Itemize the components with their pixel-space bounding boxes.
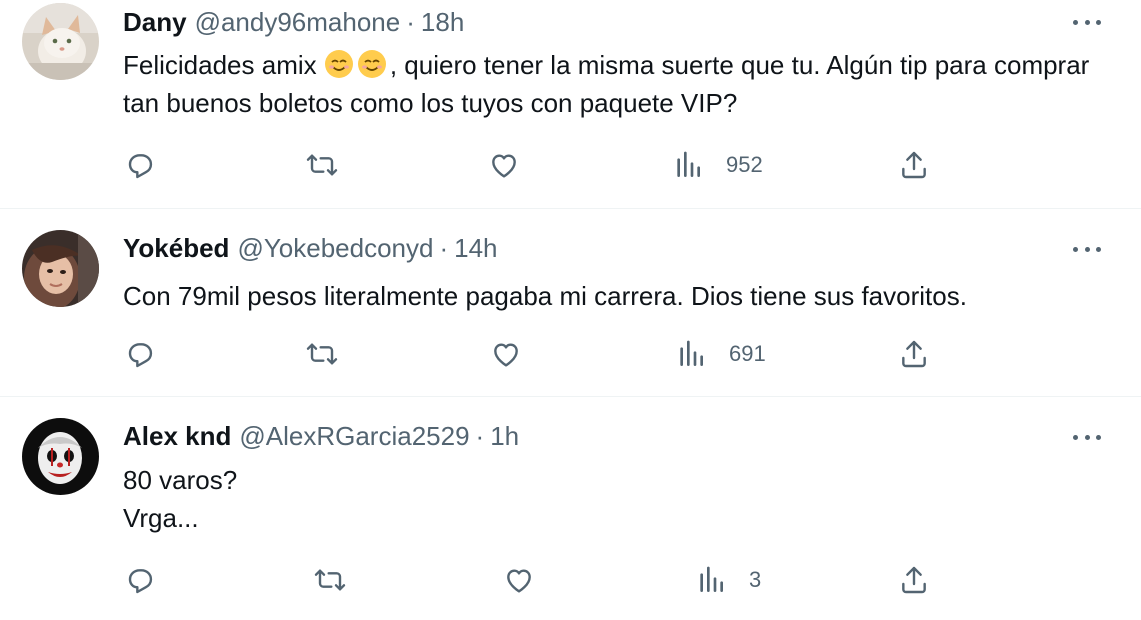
retweet-button[interactable] <box>314 560 346 600</box>
tweet[interactable]: Dany @andy96mahone · 18h Felicidades ami… <box>0 0 1141 209</box>
clown-mask-avatar <box>22 418 99 495</box>
retweet-icon <box>306 343 338 365</box>
views-button[interactable]: 952 <box>672 145 763 185</box>
tweet-text: Con 79mil pesos literalmente pagaba mi c… <box>123 281 967 311</box>
views-icon <box>677 151 700 177</box>
more-icon[interactable] <box>1073 10 1101 34</box>
separator-dot: · <box>439 232 449 263</box>
tweet-actions: 952 <box>0 145 1141 185</box>
reply-button[interactable] <box>124 334 156 374</box>
separator-dot: · <box>406 6 415 37</box>
like-icon <box>494 343 518 367</box>
tweet-actions: 3 <box>0 560 1141 600</box>
like-button[interactable] <box>488 145 520 185</box>
smiling-face-with-hearts-emoji <box>357 50 386 78</box>
display-name[interactable]: Dany <box>123 7 187 38</box>
tweet-header: Alex knd @AlexRGarcia2529 · 1h <box>123 421 519 451</box>
reply-button[interactable] <box>124 145 156 185</box>
like-icon <box>507 569 531 593</box>
tweet-text: Felicidades amix , quiero tener la misma… <box>123 46 1111 122</box>
share-icon <box>902 151 926 179</box>
timestamp[interactable]: 18h <box>421 7 464 38</box>
share-icon <box>902 340 926 368</box>
view-count: 3 <box>749 567 762 592</box>
timestamp[interactable]: 14h <box>454 233 497 264</box>
like-button[interactable] <box>490 334 522 374</box>
share-button[interactable] <box>898 334 930 374</box>
tweet-text: 80 varos? Vrga... <box>123 461 1111 537</box>
share-button[interactable] <box>898 145 930 185</box>
reply-button[interactable] <box>124 560 156 600</box>
reply-icon <box>128 569 153 594</box>
more-icon[interactable] <box>1073 237 1101 261</box>
like-button[interactable] <box>503 560 535 600</box>
tweet[interactable]: Yokébed @Yokebedconyd · 14h Con 79mil pe… <box>0 209 1141 397</box>
avatar[interactable] <box>22 3 99 80</box>
more-icon[interactable] <box>1073 425 1101 449</box>
tweet-text-line: Vrga... <box>123 503 199 533</box>
avatar[interactable] <box>22 230 99 307</box>
display-name[interactable]: Yokébed <box>123 233 229 264</box>
tweet-header: Yokébed @Yokebedconyd · 14h <box>123 233 498 263</box>
views-icon <box>700 566 723 592</box>
woman-photo-avatar <box>22 230 99 307</box>
reply-icon <box>128 343 153 368</box>
user-handle[interactable]: @AlexRGarcia2529 <box>239 421 469 452</box>
reply-feed: Dany @andy96mahone · 18h Felicidades ami… <box>0 0 1141 620</box>
display-name[interactable]: Alex knd <box>123 421 231 452</box>
user-handle[interactable]: @Yokebedconyd <box>237 233 433 264</box>
retweet-icon <box>306 154 338 176</box>
tweet-text-part: Felicidades amix <box>123 50 324 80</box>
timestamp[interactable]: 1h <box>490 421 519 452</box>
like-icon <box>492 154 516 178</box>
view-count: 691 <box>729 341 766 366</box>
avatar[interactable] <box>22 418 99 495</box>
retweet-button[interactable] <box>306 334 338 374</box>
cat-photo-avatar <box>22 3 99 80</box>
smiling-face-with-hearts-emoji <box>324 50 353 78</box>
views-icon <box>680 340 703 366</box>
tweet[interactable]: Alex knd @AlexRGarcia2529 · 1h 80 varos?… <box>0 397 1141 620</box>
tweet-text-line: 80 varos? <box>123 465 238 495</box>
tweet-actions: 691 <box>0 334 1141 374</box>
reply-icon <box>128 154 153 179</box>
views-button[interactable]: 691 <box>675 334 766 374</box>
tweet-header: Dany @andy96mahone · 18h <box>123 7 464 37</box>
share-icon <box>902 566 926 594</box>
retweet-icon <box>314 569 346 591</box>
views-button[interactable]: 3 <box>695 560 761 600</box>
user-handle[interactable]: @andy96mahone <box>195 7 401 38</box>
share-button[interactable] <box>898 560 930 600</box>
separator-dot: · <box>475 420 485 451</box>
view-count: 952 <box>726 152 763 177</box>
retweet-button[interactable] <box>306 145 338 185</box>
